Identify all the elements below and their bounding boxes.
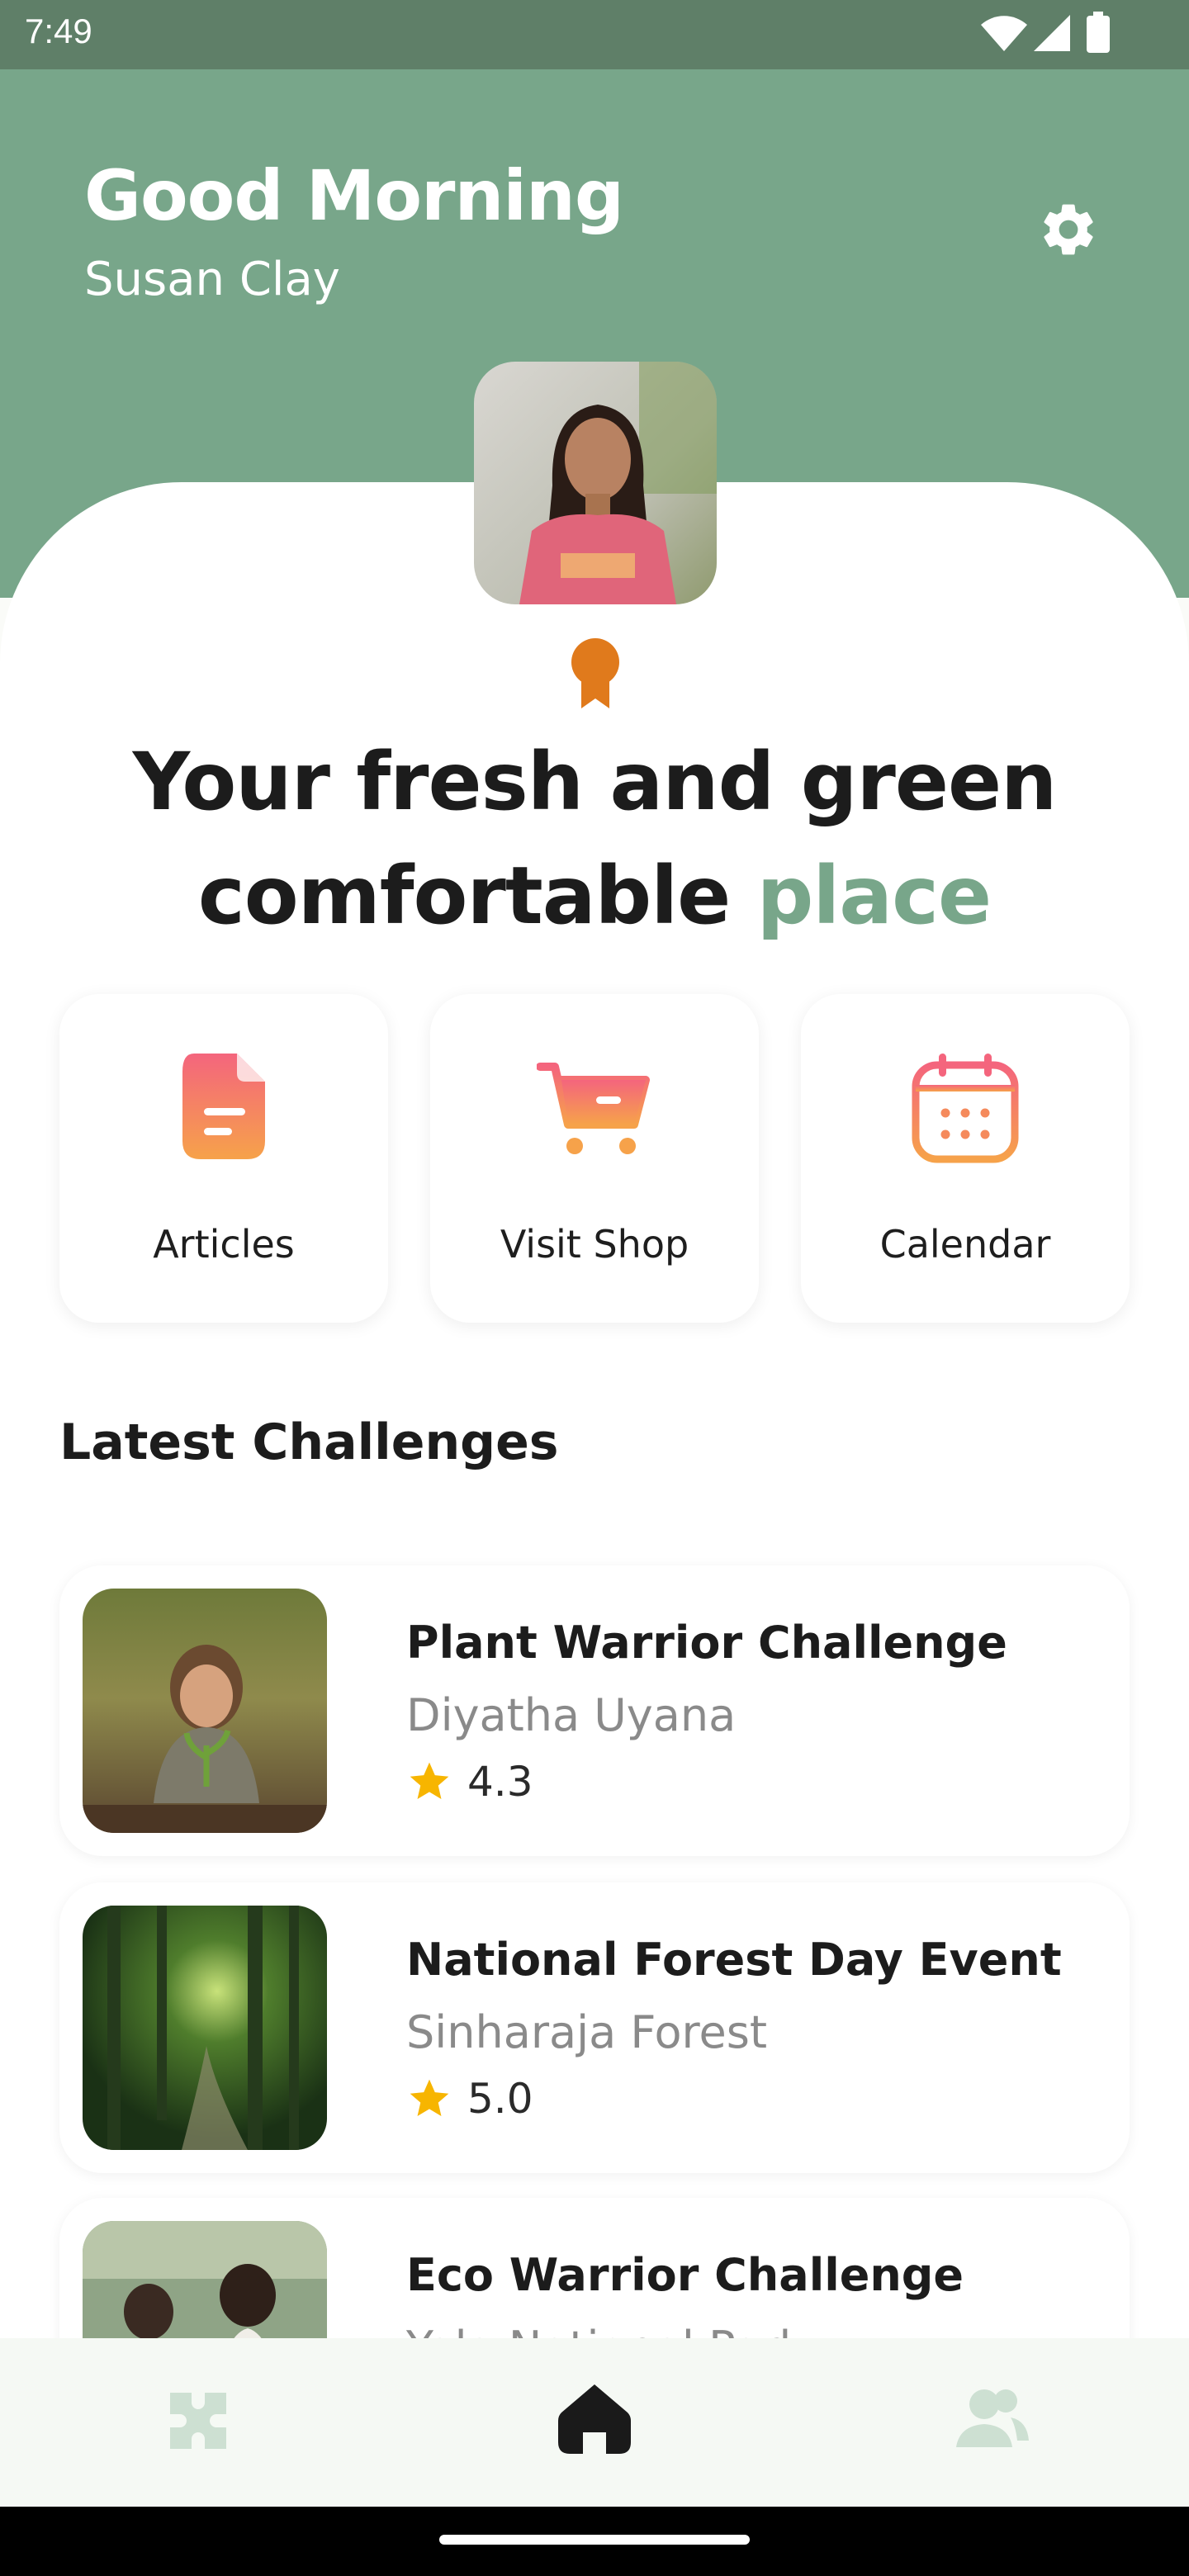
challenge-thumbnail xyxy=(83,1589,327,1833)
wifi-icon xyxy=(981,16,1027,51)
challenge-location: Diyatha Uyana xyxy=(406,1689,737,1741)
challenge-title: Plant Warrior Challenge xyxy=(406,1617,1007,1669)
award-badge-icon xyxy=(571,638,619,708)
challenge-card[interactable]: Plant Warrior Challenge Diyatha Uyana 4.… xyxy=(59,1565,1130,1856)
user-name: Susan Clay xyxy=(84,253,340,306)
challenge-card[interactable]: National Forest Day Event Sinharaja Fore… xyxy=(59,1882,1130,2173)
cart-icon xyxy=(537,1063,650,1154)
greeting-title: Good Morning xyxy=(84,155,624,236)
articles-label: Articles xyxy=(153,1222,295,1267)
document-icon xyxy=(182,1054,265,1159)
settings-gear-icon[interactable] xyxy=(1037,198,1100,261)
hero-headline: Your fresh and green comfortable place xyxy=(0,725,1189,953)
challenge-thumbnail xyxy=(83,1906,327,2150)
calendar-label: Calendar xyxy=(879,1222,1051,1267)
home-icon[interactable] xyxy=(555,2378,634,2457)
hero-headline-line1: Your fresh and green xyxy=(132,736,1058,828)
hero-headline-accent: place xyxy=(756,850,992,942)
users-icon[interactable] xyxy=(951,2378,1030,2457)
calendar-card[interactable]: Calendar xyxy=(801,994,1130,1323)
hero-headline-main: comfortable xyxy=(197,850,731,942)
signal-icon xyxy=(1034,15,1070,51)
star-icon xyxy=(410,1762,449,1799)
section-title: Latest Challenges xyxy=(59,1413,559,1471)
visit-shop-label: Visit Shop xyxy=(500,1222,689,1267)
status-time: 7:49 xyxy=(25,12,92,50)
challenge-rating: 5.0 xyxy=(406,2074,533,2124)
rating-value: 5.0 xyxy=(467,2075,533,2123)
articles-card[interactable]: Articles xyxy=(59,994,388,1323)
star-icon xyxy=(410,2079,449,2116)
calendar-icon xyxy=(912,1054,1019,1163)
challenge-title: Eco Warrior Challenge xyxy=(406,2249,964,2301)
profile-avatar[interactable] xyxy=(474,362,717,604)
challenge-location: Sinharaja Forest xyxy=(406,2006,768,2058)
puzzle-icon[interactable] xyxy=(159,2378,238,2457)
home-gesture-bar[interactable] xyxy=(439,2535,750,2545)
rating-value: 4.3 xyxy=(467,1758,533,1806)
battery-icon xyxy=(1087,12,1110,53)
challenge-title: National Forest Day Event xyxy=(406,1934,1062,1986)
challenge-rating: 4.3 xyxy=(406,1757,533,1807)
hero-headline-line2: comfortable place xyxy=(0,839,1189,953)
visit-shop-card[interactable]: Visit Shop xyxy=(430,994,759,1323)
